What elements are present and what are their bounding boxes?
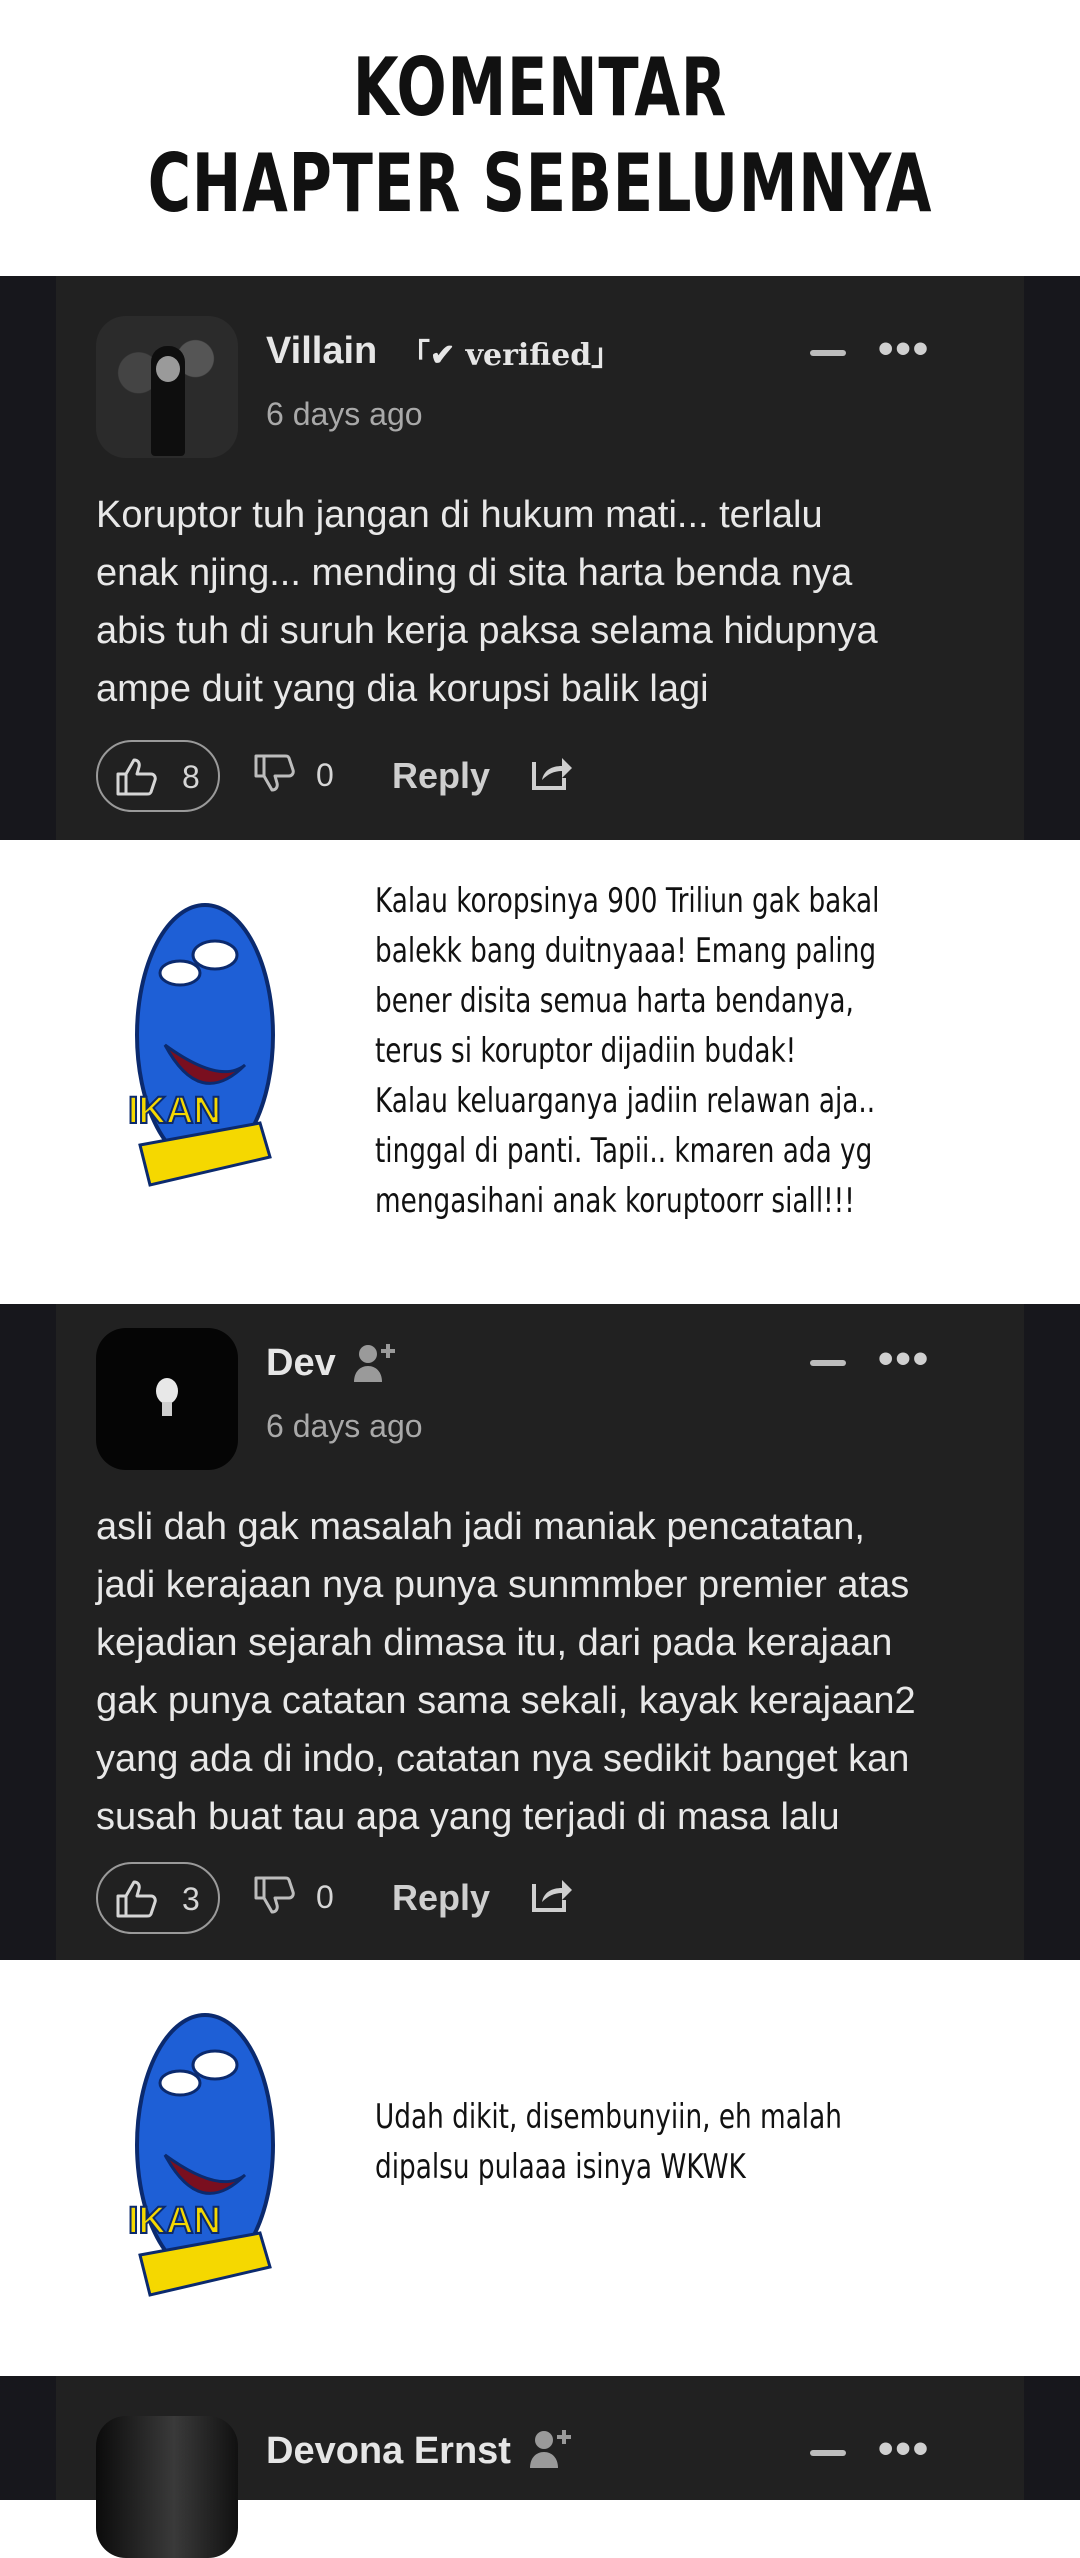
- comment-time: 6 days ago: [266, 1408, 423, 1444]
- comment-card-dev: Dev 6 days ago ••• asli dah gak masalah …: [0, 1304, 1080, 1960]
- comment-author[interactable]: Devona Ernst: [266, 2430, 511, 2473]
- comment-card-villain: Villain 「✔ verified」 6 days ago ••• Koru…: [0, 276, 1080, 840]
- share-icon[interactable]: [530, 752, 574, 792]
- comment-author[interactable]: Dev: [266, 1342, 336, 1385]
- more-options-button[interactable]: •••: [878, 1334, 930, 1384]
- comment-card-devona: Devona Ernst •••: [0, 2376, 1080, 2558]
- share-icon[interactable]: [530, 1874, 574, 1914]
- dislike-count: 0: [316, 757, 334, 793]
- thumbs-down-icon[interactable]: [252, 1876, 298, 1918]
- comment-line: gak punya catatan sama sekali, kayak ker…: [96, 1680, 916, 1722]
- note-line: balekk bang duitnyaaa! Emang paling: [375, 931, 877, 971]
- note-line: Kalau keluarganya jadiin relawan aja..: [375, 1081, 876, 1121]
- add-friend-icon[interactable]: [528, 2426, 576, 2470]
- comment-line: abis tuh di suruh kerja paksa selama hid…: [96, 610, 878, 652]
- title-line-1: KOMENTAR: [352, 41, 728, 134]
- thumbs-down-icon[interactable]: [252, 754, 298, 796]
- like-count: 3: [182, 1881, 200, 1917]
- comment-line: susah buat tau apa yang terjadi di masa …: [96, 1796, 840, 1838]
- page-title: KOMENTAR CHAPTER SEBELUMNYA: [0, 40, 1080, 232]
- note-line: dipalsu pulaaa isinya WKWK: [375, 2147, 746, 2187]
- comment-text: asli dah gak masalah jadi maniak pencata…: [96, 1498, 996, 1846]
- like-button[interactable]: 8: [96, 740, 220, 812]
- comment-line: jadi kerajaan nya punya sunmmber premier…: [96, 1564, 910, 1606]
- collapse-button[interactable]: [810, 1360, 846, 1366]
- add-friend-icon[interactable]: [352, 1340, 400, 1384]
- fish-sticker: IKAN: [127, 2013, 275, 2297]
- sticker-label: IKAN: [128, 1090, 221, 1132]
- note-line: Udah dikit, disembunyiin, eh malah: [375, 2097, 842, 2137]
- comment-line: enak njing... mending di sita harta bend…: [96, 552, 853, 594]
- comment-line: Koruptor tuh jangan di hukum mati... ter…: [96, 494, 823, 536]
- fish-sticker: IKAN: [127, 903, 275, 1187]
- comment-line: kejadian sejarah dimasa itu, dari pada k…: [96, 1622, 893, 1664]
- collapse-button[interactable]: [810, 350, 846, 356]
- thumbs-up-icon: [116, 1880, 157, 1918]
- editor-note: Udah dikit, disembunyiin, eh malah dipal…: [375, 2092, 842, 2192]
- comment-time: 6 days ago: [266, 396, 423, 432]
- like-button[interactable]: 3: [96, 1862, 220, 1934]
- comment-line: ampe duit yang dia korupsi balik lagi: [96, 668, 709, 710]
- editor-note: Kalau koropsinya 900 Triliun gak bakal b…: [375, 876, 879, 1226]
- note-line: bener disita semua harta bendanya,: [375, 981, 854, 1021]
- thumbs-up-icon: [116, 758, 157, 796]
- like-count: 8: [182, 759, 200, 795]
- avatar[interactable]: [96, 2416, 238, 2558]
- collapse-button[interactable]: [810, 2450, 846, 2456]
- comment-line: yang ada di indo, catatan nya sedikit ba…: [96, 1738, 910, 1780]
- title-line-2: CHAPTER SEBELUMNYA: [147, 137, 933, 230]
- more-options-button[interactable]: •••: [878, 2424, 930, 2474]
- note-line: Kalau koropsinya 900 Triliun gak bakal: [375, 881, 880, 921]
- note-line: tinggal di panti. Tapii.. kmaren ada yg: [375, 1131, 873, 1171]
- reply-button[interactable]: Reply: [392, 1877, 490, 1919]
- comment-line: asli dah gak masalah jadi maniak pencata…: [96, 1506, 865, 1548]
- note-line: terus si koruptor dijadiin budak!: [375, 1031, 797, 1071]
- dislike-count: 0: [316, 1879, 334, 1915]
- comment-author[interactable]: Villain: [266, 330, 377, 373]
- note-line: mengasihani anak koruptoorr siall!!!: [375, 1181, 855, 1221]
- more-options-button[interactable]: •••: [878, 324, 930, 374]
- avatar[interactable]: [96, 1328, 238, 1470]
- avatar[interactable]: [96, 316, 238, 458]
- sticker-label: IKAN: [128, 2200, 221, 2242]
- verified-badge: 「✔ verified」: [400, 338, 622, 373]
- comment-text: Koruptor tuh jangan di hukum mati... ter…: [96, 486, 996, 718]
- reply-button[interactable]: Reply: [392, 755, 490, 797]
